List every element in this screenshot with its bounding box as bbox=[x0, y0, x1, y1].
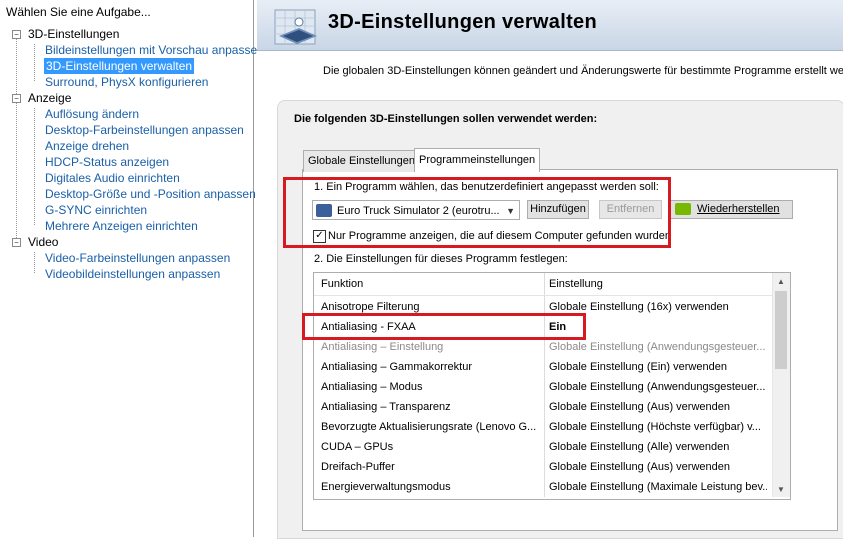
table-row[interactable]: Antialiasing – Einstellung Globale Einst… bbox=[314, 337, 772, 357]
row-setting: Ein bbox=[549, 321, 567, 333]
table-row[interactable]: Antialiasing - FXAA Ein bbox=[314, 317, 772, 337]
nvidia-logo-icon bbox=[675, 203, 691, 215]
header-band: 3D-Einstellungen verwalten bbox=[257, 0, 843, 51]
scroll-up-icon[interactable]: ▲ bbox=[777, 277, 785, 286]
checkbox-label[interactable]: Nur Programme anzeigen, die auf diesem C… bbox=[328, 230, 671, 242]
tree-line bbox=[34, 44, 35, 81]
tree-category-video[interactable]: Video bbox=[28, 234, 58, 250]
program-select[interactable]: Euro Truck Simulator 2 (eurotru... ▼ bbox=[312, 200, 520, 220]
table-row[interactable]: Anisotrope Filterung Globale Einstellung… bbox=[314, 297, 772, 317]
tree-item-video-farbe[interactable]: Video-Farbeinstellungen anpassen bbox=[45, 250, 230, 266]
row-function: Antialiasing – Gammakorrektur bbox=[321, 361, 473, 373]
tree-item-anzeige-drehen[interactable]: Anzeige drehen bbox=[45, 138, 129, 154]
table-row[interactable]: Antialiasing – Transparenz Globale Einst… bbox=[314, 397, 772, 417]
row-function: Bevorzugte Aktualisierungsrate (Lenovo G… bbox=[321, 421, 537, 433]
tree-line bbox=[34, 108, 35, 225]
table-row[interactable]: Antialiasing – Modus Globale Einstellung… bbox=[314, 377, 772, 397]
tree-item-gsync[interactable]: G-SYNC einrichten bbox=[45, 202, 147, 218]
task-pane-header: Wählen Sie eine Aufgabe... bbox=[6, 5, 151, 19]
show-found-programs-checkbox[interactable]: ✓ bbox=[313, 230, 326, 243]
3d-settings-icon bbox=[274, 9, 317, 45]
row-function: Antialiasing – Transparenz bbox=[321, 401, 451, 413]
chevron-down-icon: ▼ bbox=[506, 206, 515, 216]
tree-item-mehrere-anzeigen[interactable]: Mehrere Anzeigen einrichten bbox=[45, 218, 198, 234]
row-setting: Globale Einstellung (Anwendungsgesteuer.… bbox=[549, 341, 766, 353]
tree-item-desktop-farbe[interactable]: Desktop-Farbeinstellungen anpassen bbox=[45, 122, 244, 138]
tree-item-videobild[interactable]: Videobildeinstellungen anpassen bbox=[45, 266, 220, 282]
remove-button[interactable]: Entfernen bbox=[599, 200, 662, 219]
step1-label: 1. Ein Programm wählen, das benutzerdefi… bbox=[314, 181, 659, 193]
tree-item-desktop-groesse[interactable]: Desktop-Größe und -Position anpassen bbox=[45, 186, 256, 202]
table-row[interactable]: Bevorzugte Aktualisierungsrate (Lenovo G… bbox=[314, 417, 772, 437]
scroll-down-icon[interactable]: ▼ bbox=[777, 485, 785, 494]
page-title: 3D-Einstellungen verwalten bbox=[328, 11, 597, 33]
row-function: Antialiasing – Einstellung bbox=[321, 341, 444, 353]
tree-line bbox=[16, 38, 17, 242]
column-header-function[interactable]: Funktion bbox=[321, 273, 363, 295]
vertical-scrollbar[interactable]: ▲ ▼ bbox=[772, 273, 790, 497]
tab-globale-einstellungen[interactable]: Globale Einstellungen bbox=[303, 150, 421, 172]
row-function: Dreifach-Puffer bbox=[321, 461, 395, 473]
collapse-icon[interactable]: − bbox=[12, 94, 21, 103]
tree-item-hdcp[interactable]: HDCP-Status anzeigen bbox=[45, 154, 169, 170]
page-description: Die globalen 3D-Einstellungen können geä… bbox=[323, 65, 843, 77]
row-setting: Globale Einstellung (Höchste verfügbar) … bbox=[549, 421, 761, 433]
task-pane: Wählen Sie eine Aufgabe... − 3D-Einstell… bbox=[0, 0, 264, 537]
program-select-value: Euro Truck Simulator 2 (eurotru... bbox=[337, 205, 500, 217]
tree-line bbox=[34, 252, 35, 273]
table-row[interactable]: Dreifach-Puffer Globale Einstellung (Aus… bbox=[314, 457, 772, 477]
scrollbar-thumb[interactable] bbox=[775, 291, 787, 369]
row-setting: Globale Einstellung (Ein) verwenden bbox=[549, 361, 727, 373]
row-setting: Globale Einstellung (Alle) verwenden bbox=[549, 441, 730, 453]
tab-programmeinstellungen[interactable]: Programmeinstellungen bbox=[414, 148, 541, 172]
column-header-setting[interactable]: Einstellung bbox=[549, 273, 603, 295]
tree-item-surround[interactable]: Surround, PhysX konfigurieren bbox=[45, 74, 208, 90]
row-function: CUDA – GPUs bbox=[321, 441, 394, 453]
row-setting: Globale Einstellung (Aus) verwenden bbox=[549, 401, 730, 413]
tree-category-anzeige[interactable]: Anzeige bbox=[28, 90, 71, 106]
tree-item-bildeinstellungen[interactable]: Bildeinstellungen mit Vorschau anpassen bbox=[45, 42, 264, 58]
table-row[interactable]: CUDA – GPUs Globale Einstellung (Alle) v… bbox=[314, 437, 772, 457]
settings-list[interactable]: Funktion Einstellung Anisotrope Filterun… bbox=[313, 272, 791, 500]
restore-button-label: Wiederherstellen bbox=[697, 203, 780, 215]
add-button[interactable]: Hinzufügen bbox=[527, 200, 589, 219]
header-divider bbox=[314, 295, 772, 296]
row-function: Antialiasing – Modus bbox=[321, 381, 423, 393]
row-function: Antialiasing - FXAA bbox=[321, 321, 416, 333]
tree-item-audio[interactable]: Digitales Audio einrichten bbox=[45, 170, 180, 186]
step2-label: 2. Die Einstellungen für dieses Programm… bbox=[314, 253, 568, 265]
table-row[interactable]: Energieverwaltungsmodus Globale Einstell… bbox=[314, 477, 772, 497]
table-row[interactable]: Antialiasing – Gammakorrektur Globale Ei… bbox=[314, 357, 772, 377]
tree-item-3d-verwalten[interactable]: 3D-Einstellungen verwalten bbox=[44, 58, 195, 74]
row-function: Energieverwaltungsmodus bbox=[321, 481, 451, 493]
collapse-icon[interactable]: − bbox=[12, 238, 21, 247]
row-function: Anisotrope Filterung bbox=[321, 301, 420, 313]
row-setting: Globale Einstellung (Anwendungsgesteuer.… bbox=[549, 381, 766, 393]
app-icon bbox=[316, 204, 332, 217]
tree-category-3d[interactable]: 3D-Einstellungen bbox=[28, 26, 119, 42]
row-setting: Globale Einstellung (Maximale Leistung b… bbox=[549, 481, 767, 493]
row-setting: Globale Einstellung (16x) verwenden bbox=[549, 301, 729, 313]
tree-item-aufloesung[interactable]: Auflösung ändern bbox=[45, 106, 139, 122]
collapse-icon[interactable]: − bbox=[12, 30, 21, 39]
panel-title: Die folgenden 3D-Einstellungen sollen ve… bbox=[294, 113, 598, 125]
row-setting: Globale Einstellung (Aus) verwenden bbox=[549, 461, 730, 473]
